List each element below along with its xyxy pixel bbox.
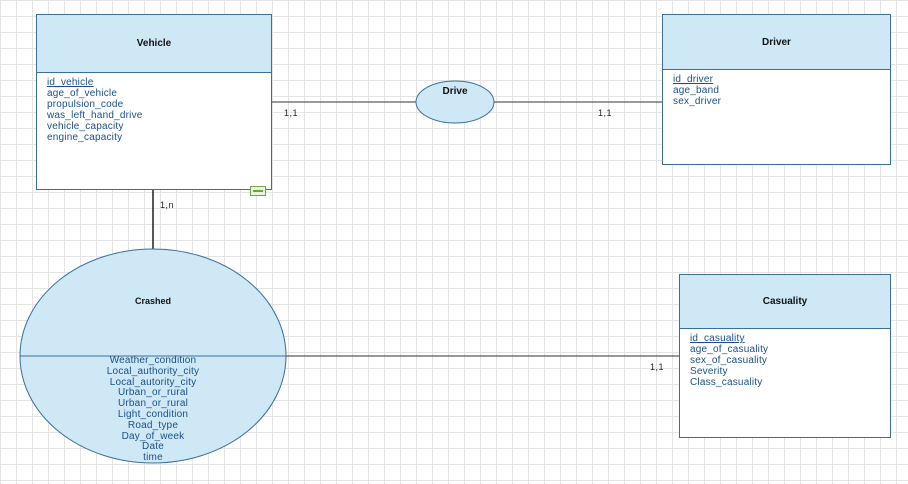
- vehicle-attribute: age_of_vehicle: [47, 88, 118, 99]
- vehicle-attribute: was_left_hand_drive: [47, 110, 143, 121]
- crashed-relationship-label[interactable]: Crashed: [20, 296, 286, 306]
- driver-attribute: sex_driver: [673, 96, 722, 107]
- casuality-entity[interactable]: Casuality id_casuality age_of_casuality …: [679, 274, 891, 438]
- vehicle-attribute: id_vehicle: [47, 77, 94, 88]
- crashed-attribute: Local_authority_city: [106, 365, 200, 377]
- driver-attribute-list: id_driver age_band sex_driver: [663, 70, 890, 107]
- casuality-attribute: sex_of_casuality: [690, 355, 768, 366]
- vehicle-attribute-list: id_vehicle age_of_vehicle propulsion_cod…: [37, 73, 271, 143]
- casuality-attribute: id_casuality: [690, 333, 745, 344]
- crashed-attribute-list: Weather_condition Local_authority_city L…: [20, 355, 286, 464]
- crashed-attribute: Road_type: [127, 419, 179, 431]
- casuality-entity-title: Casuality: [680, 275, 890, 329]
- driver-entity-title: Driver: [663, 15, 890, 70]
- vehicle-attribute: propulsion_code: [47, 99, 124, 110]
- cardinality-vehicle-drive: 1,1: [284, 108, 299, 118]
- casuality-attribute: Class_casuality: [690, 377, 763, 388]
- crashed-attribute: time: [143, 452, 163, 464]
- casuality-attribute: Severity: [690, 366, 728, 377]
- cardinality-vehicle-crashed: 1,n: [160, 200, 175, 210]
- casuality-attribute: age_of_casuality: [690, 344, 769, 355]
- er-diagram-canvas[interactable]: Vehicle id_vehicle age_of_vehicle propul…: [0, 0, 908, 484]
- vehicle-attribute: vehicle_capacity: [47, 121, 124, 132]
- drive-relationship-label[interactable]: Drive: [416, 86, 494, 97]
- cardinality-driver-drive: 1,1: [598, 108, 613, 118]
- vehicle-entity-title: Vehicle: [37, 15, 271, 73]
- vehicle-entity[interactable]: Vehicle id_vehicle age_of_vehicle propul…: [36, 14, 272, 190]
- driver-entity[interactable]: Driver id_driver age_band sex_driver: [662, 14, 891, 165]
- collapse-toggle-icon[interactable]: [250, 186, 266, 196]
- casuality-attribute-list: id_casuality age_of_casuality sex_of_cas…: [680, 329, 890, 388]
- vehicle-attribute: engine_capacity: [47, 132, 123, 143]
- cardinality-casuality-crashed: 1,1: [650, 362, 665, 372]
- driver-attribute: age_band: [673, 85, 720, 96]
- driver-attribute: id_driver: [673, 74, 714, 85]
